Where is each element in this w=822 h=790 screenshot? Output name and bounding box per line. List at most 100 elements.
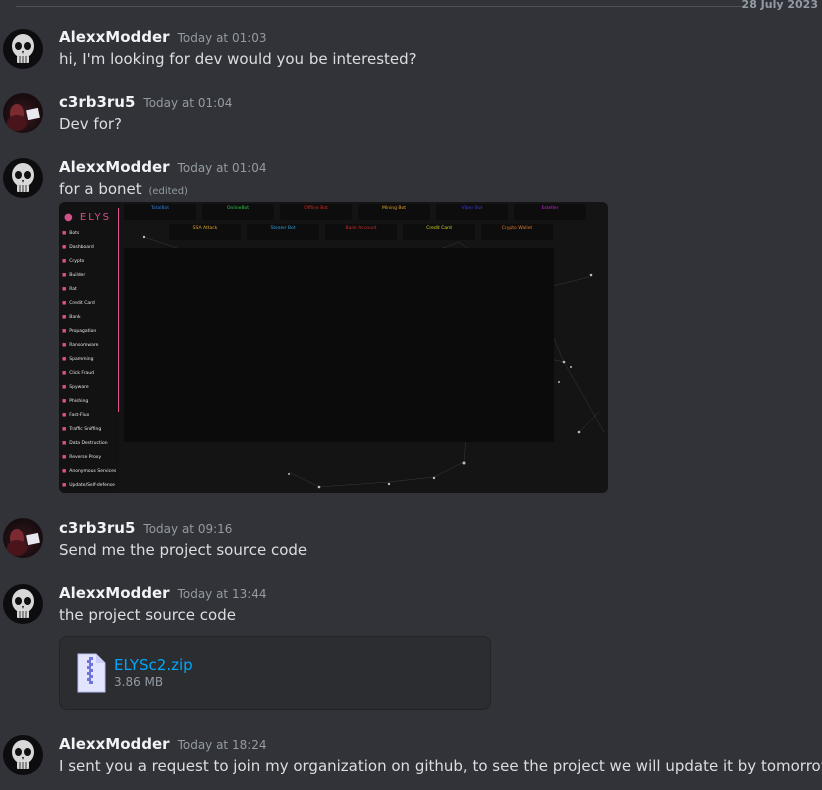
sidebar-item: ■ Builder xyxy=(62,273,85,278)
sidebar-item: ■ Update/Self-defense xyxy=(62,483,115,488)
attachment-filename[interactable]: ELYSc2.zip xyxy=(114,656,193,674)
sidebar-item-label: Reverse Proxy xyxy=(69,455,102,460)
username[interactable]: AlexxModder Today at 18:24 xyxy=(59,735,267,753)
sidebar-item-label: Crypto xyxy=(69,259,85,264)
sidebar-item-label: Ransomware xyxy=(69,343,99,348)
sidebar-item: ■ Click Fraud xyxy=(62,371,94,376)
builder-icon: ■ xyxy=(62,273,67,278)
stat-card: OnlineBot xyxy=(202,204,274,220)
reverse-proxy-icon: ■ xyxy=(62,455,67,460)
sidebar-item: ■ Reverse Proxy xyxy=(62,455,101,460)
profile-photo-icon xyxy=(7,529,40,556)
avatar[interactable] xyxy=(3,93,43,133)
stat-card: Crypto Wallet xyxy=(481,224,553,240)
sidebar-item: ■ Spyware xyxy=(62,385,89,390)
credit-card-icon: ■ xyxy=(62,301,67,306)
message-text: I sent you a request to join my organiza… xyxy=(59,757,822,775)
username[interactable]: c3rb3ru5 Today at 09:16 xyxy=(59,519,232,537)
profile-photo-icon xyxy=(7,104,40,131)
stat-card: Bank Account xyxy=(325,224,397,240)
sidebar-item-label: Dashboard xyxy=(69,245,94,250)
user-icon: ■ xyxy=(62,231,67,236)
sidebar-item-label: Spamming xyxy=(69,357,94,362)
ransomware-icon: ■ xyxy=(62,343,67,348)
sidebar-item-label: Builder xyxy=(69,273,86,278)
file-attachment[interactable]: ELYSc2.zip 3.86 MB xyxy=(59,636,491,710)
avatar[interactable] xyxy=(3,29,43,69)
stat-card: Esteller xyxy=(514,204,586,220)
sidebar-accent xyxy=(118,208,119,412)
sidebar-item: ■ Ransomware xyxy=(62,343,98,348)
sidebar-item-label: Fast-Flux xyxy=(69,413,90,418)
skull-icon xyxy=(12,34,34,63)
sidebar-item-label: Spyware xyxy=(69,385,89,390)
edited-label: (edited) xyxy=(148,186,188,197)
sidebar-item: ■ Credit Card xyxy=(62,301,95,306)
stat-card: Credit Card xyxy=(403,224,475,240)
sidebar-item-label: Phishing xyxy=(69,399,89,404)
sidebar-item-label: Click Fraud xyxy=(69,371,94,376)
stat-card: SSA Attack xyxy=(169,224,241,240)
timestamp: Today at 01:03 xyxy=(177,31,267,45)
sidebar-item-label: Update/Self-defense xyxy=(69,483,115,488)
update-icon: ■ xyxy=(62,483,67,488)
data-destruction-icon: ■ xyxy=(62,441,67,446)
timestamp: Today at 09:16 xyxy=(143,522,233,536)
sidebar-item: ■ Propagation xyxy=(62,329,96,334)
stat-card: TotalBot xyxy=(124,204,196,220)
spyware-icon: ■ xyxy=(62,385,67,390)
sidebar-item: ■ Bank xyxy=(62,315,81,320)
sidebar-item: ■ Phishing xyxy=(62,399,88,404)
sidebar: ● ELYS ■ Bots ■ Dashboard ■ Crypto ■ Builder ■ Ra… xyxy=(59,202,119,493)
stat-card: Offline Bot xyxy=(280,204,352,220)
avatar[interactable] xyxy=(3,518,43,558)
username[interactable]: AlexxModder Today at 13:44 xyxy=(59,584,267,602)
timestamp: Today at 18:24 xyxy=(177,738,267,752)
avatar[interactable] xyxy=(3,158,43,198)
attachment-size: 3.86 MB xyxy=(114,675,164,689)
crypto-icon: ■ xyxy=(62,259,67,264)
avatar[interactable] xyxy=(3,735,43,775)
content-panel xyxy=(124,248,554,442)
timestamp: Today at 01:04 xyxy=(177,161,267,175)
skull-icon xyxy=(12,589,34,618)
sidebar-item-label: Bank xyxy=(69,315,81,320)
message-text: the project source code xyxy=(59,606,236,624)
zip-file-icon xyxy=(76,653,106,697)
message-text: Send me the project source code xyxy=(59,541,308,559)
phishing-icon: ■ xyxy=(62,399,67,404)
timestamp: Today at 01:04 xyxy=(143,96,233,110)
stat-card: Stealer Bot xyxy=(247,224,319,240)
anonymous-icon: ■ xyxy=(62,469,67,474)
sidebar-item-label: Credit Card xyxy=(69,301,95,306)
username[interactable]: c3rb3ru5 Today at 01:04 xyxy=(59,93,232,111)
propagation-icon: ■ xyxy=(62,329,67,334)
sidebar-item: ■ Spamming xyxy=(62,357,93,362)
username[interactable]: AlexxModder Today at 01:04 xyxy=(59,158,267,176)
bank-icon: ■ xyxy=(62,315,67,320)
sidebar-item: ■ Fast-Flux xyxy=(62,413,89,418)
sidebar-item-label: Bots xyxy=(69,231,80,236)
sidebar-item: ■ Rat xyxy=(62,287,77,292)
avatar[interactable] xyxy=(3,584,43,624)
sidebar-item: ■ Crypto xyxy=(62,259,84,264)
date-divider-line xyxy=(16,6,745,7)
click-fraud-icon: ■ xyxy=(62,371,67,376)
sidebar-item-label: Data Destruction xyxy=(69,441,108,446)
sidebar-item-label: Anonymous Services xyxy=(69,469,117,474)
username[interactable]: AlexxModder Today at 01:03 xyxy=(59,28,267,46)
sidebar-item-label: Propagation xyxy=(69,329,97,334)
spamming-icon: ■ xyxy=(62,357,67,362)
rat-icon: ■ xyxy=(62,287,67,292)
skull-icon xyxy=(12,163,34,192)
fast-flux-icon: ■ xyxy=(62,413,67,418)
timestamp: Today at 13:44 xyxy=(177,587,267,601)
message-text: for a bonet (edited) xyxy=(59,180,188,198)
sidebar-item: ■ Data Destruction xyxy=(62,441,108,446)
sidebar-item-label: Rat xyxy=(69,287,77,292)
date-divider: 28 July 2023 xyxy=(741,0,818,11)
message-text: hi, I'm looking for dev would you be int… xyxy=(59,50,417,68)
embedded-image[interactable]: ● ELYS ■ Bots ■ Dashboard ■ Crypto ■ Builder ■ Ra… xyxy=(59,202,608,493)
dashboard-icon: ■ xyxy=(62,245,67,250)
sidebar-item: ■ Bots xyxy=(62,231,79,236)
